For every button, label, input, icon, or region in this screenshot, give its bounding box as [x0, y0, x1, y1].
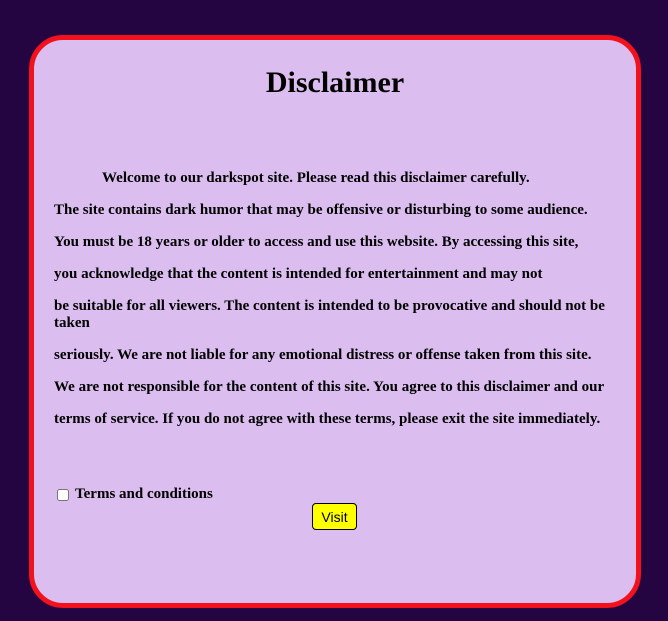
disclaimer-paragraph: seriously. We are not liable for any emo…: [54, 347, 592, 363]
disclaimer-body: Welcome to our darkspot site. Please rea…: [54, 170, 614, 443]
disclaimer-paragraph: you acknowledge that the content is inte…: [54, 266, 543, 282]
disclaimer-paragraph: be suitable for all viewers. The content…: [54, 298, 605, 331]
terms-checkbox[interactable]: [57, 488, 69, 501]
terms-row[interactable]: Terms and conditions: [57, 486, 213, 503]
page-title: Disclaimer: [265, 66, 405, 99]
visit-button[interactable]: Visit: [312, 503, 357, 530]
disclaimer-paragraph: We are not responsible for the content o…: [54, 379, 605, 395]
disclaimer-paragraph: You must be 18 years or older to access …: [54, 234, 579, 250]
disclaimer-paragraph: terms of service. If you do not agree wi…: [54, 411, 601, 427]
disclaimer-card: Disclaimer Welcome to our darkspot site.…: [29, 35, 641, 608]
disclaimer-paragraph: Welcome to our darkspot site. Please rea…: [102, 170, 530, 186]
terms-label: Terms and conditions: [75, 486, 213, 502]
disclaimer-paragraph: The site contains dark humor that may be…: [54, 202, 588, 218]
